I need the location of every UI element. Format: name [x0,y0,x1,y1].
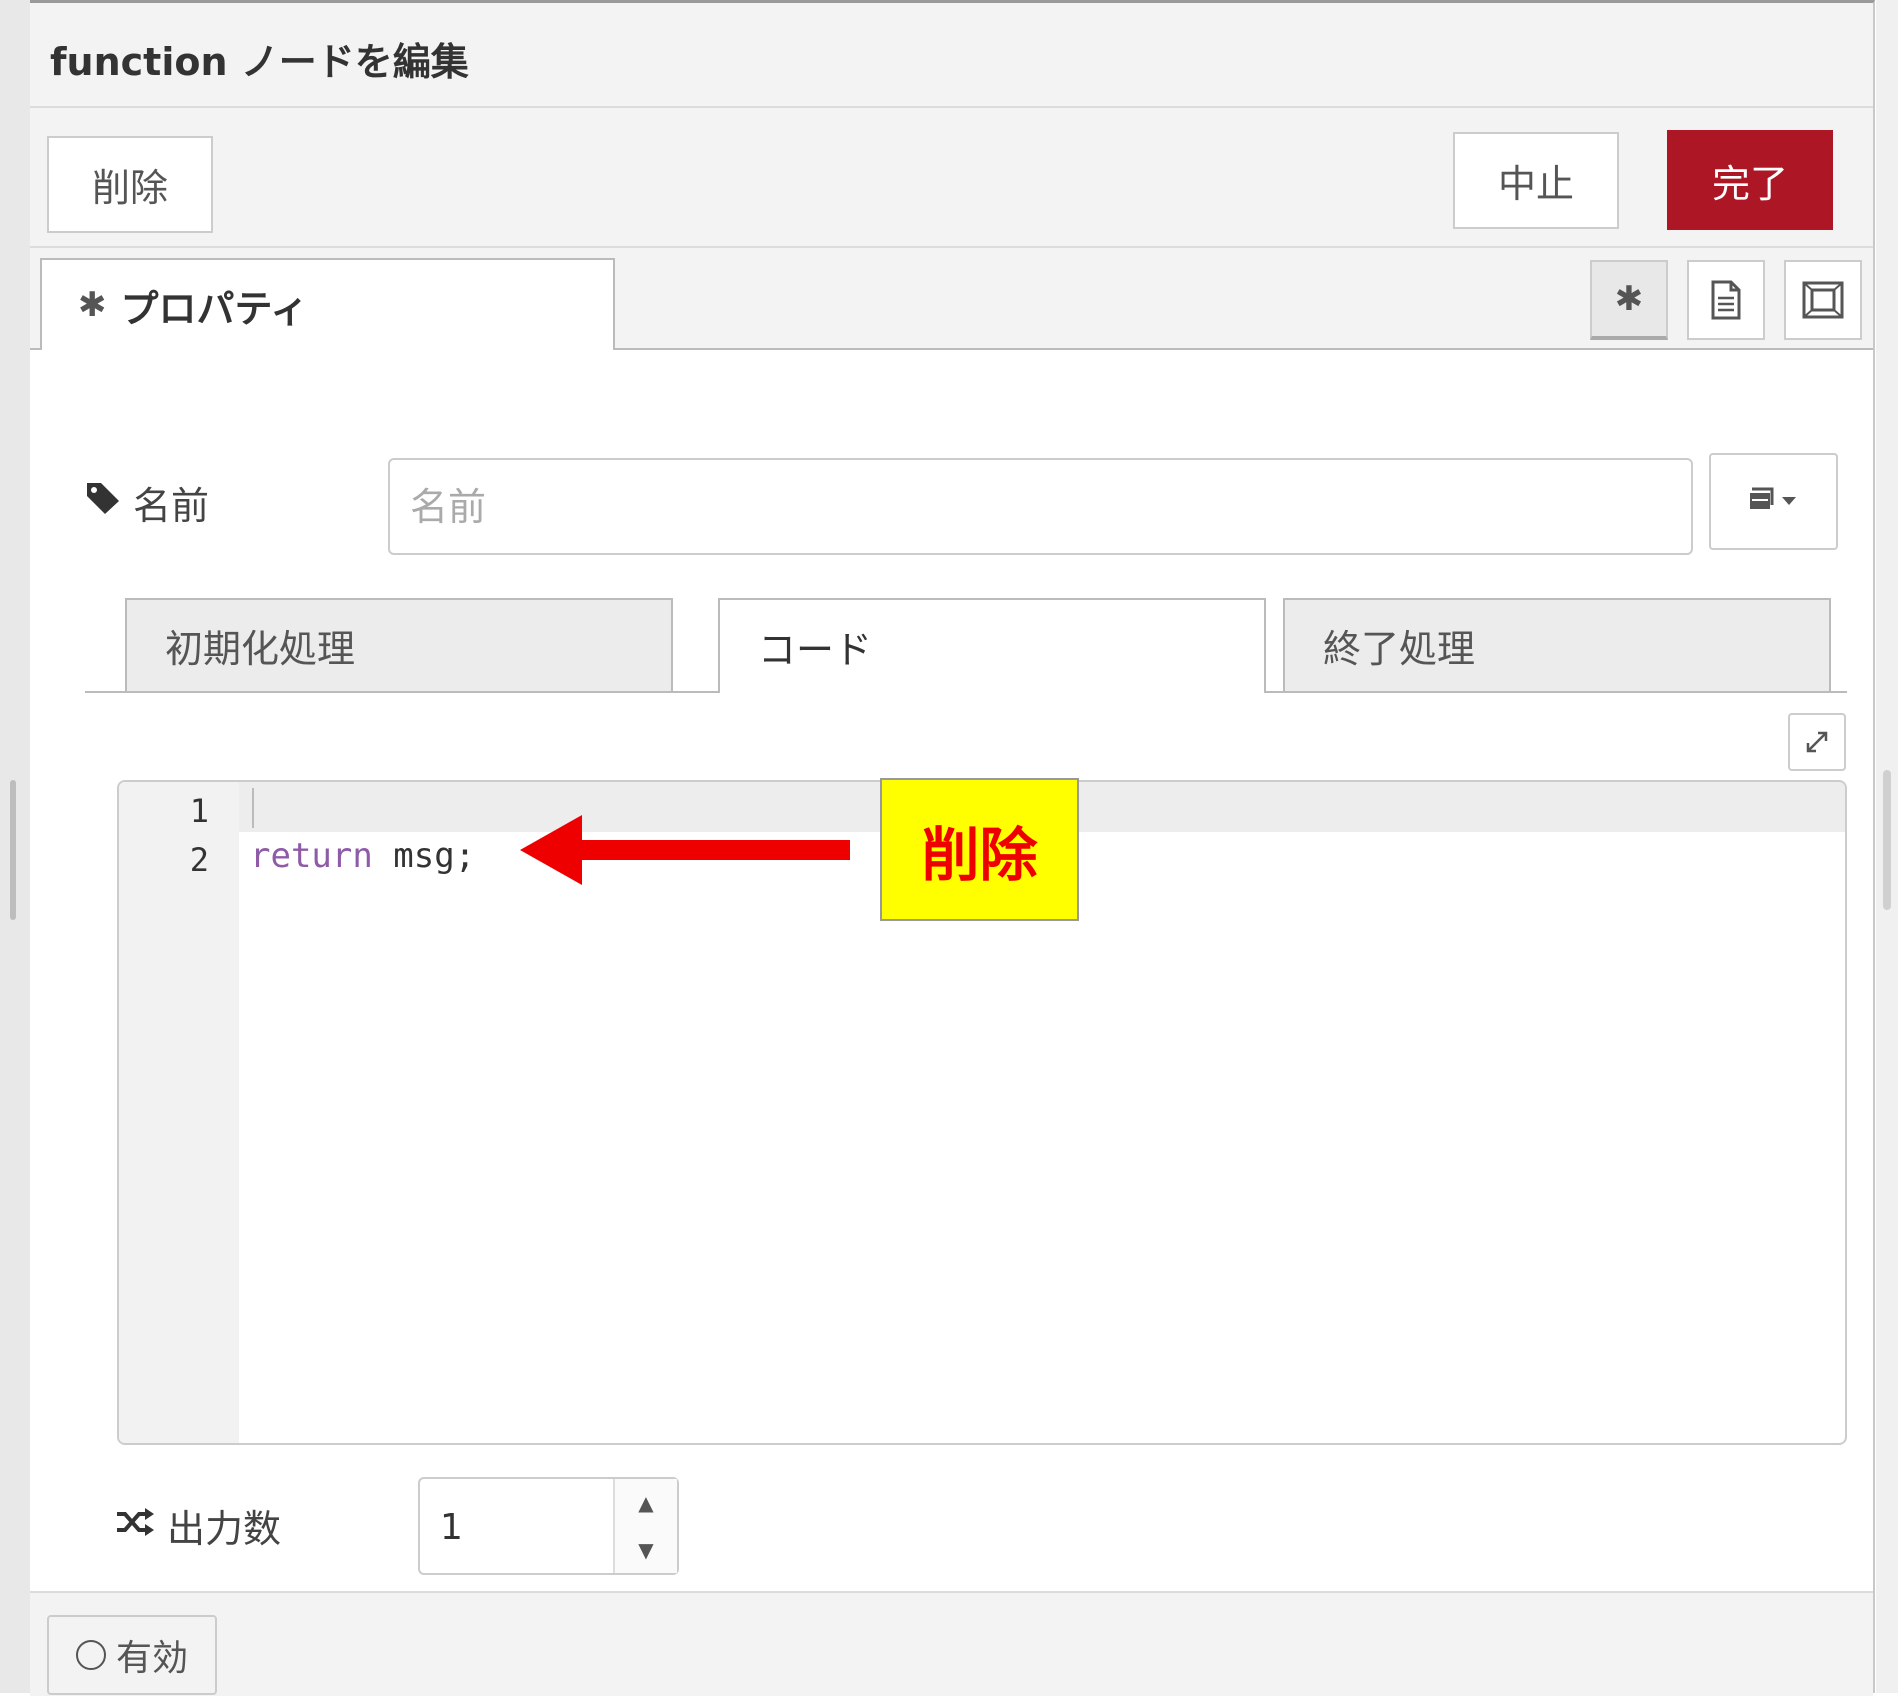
outputs-label: 出力数 [115,1498,281,1553]
circle-icon [75,1640,106,1670]
edit-tray: function ノードを編集 削除 中止 完了 ✱ プロパティ ✱ 名前 名前… [30,0,1875,1696]
code-subtabs: 初期化処理 コード 終了処理 [85,598,1847,693]
outputs-stepper[interactable]: 1 ▲ ▼ [418,1477,679,1575]
tray-toolbar: 削除 中止 完了 [30,108,1873,248]
resize-grip[interactable] [10,780,16,920]
outputs-value[interactable]: 1 [440,1507,463,1548]
enable-toggle[interactable]: 有効 [47,1615,217,1695]
spinner: ▲ ▼ [613,1479,677,1573]
tray-footer: 有効 [30,1591,1873,1696]
text-cursor [252,788,254,828]
annotation-arrow-icon [520,815,850,885]
scrollbar[interactable] [1876,0,1898,1693]
name-label: 名前 [85,475,209,530]
random-icon [115,1506,155,1546]
workspace-edge [0,0,32,1693]
frame-icon[interactable] [1784,260,1862,340]
name-label-text: 名前 [133,484,210,528]
tray-tabs: ✱ プロパティ ✱ [30,248,1873,350]
decrement-icon[interactable]: ▼ [615,1526,677,1573]
tray-header: function ノードを編集 [30,3,1873,108]
tab-properties[interactable]: ✱ プロパティ [40,258,615,350]
done-button[interactable]: 完了 [1667,130,1833,230]
subtab-code[interactable]: コード [718,598,1266,693]
code-keyword: return [250,836,373,876]
expand-editor-icon[interactable] [1788,713,1846,771]
enable-label: 有効 [115,1638,188,1679]
outputs-label-text: 出力数 [167,1507,282,1551]
cancel-button[interactable]: 中止 [1453,132,1619,229]
editor-window: function ノードを編集 削除 中止 完了 ✱ プロパティ ✱ 名前 名前… [0,0,1898,1696]
icon-select-button[interactable] [1709,453,1838,550]
name-input[interactable] [388,458,1693,555]
delete-button[interactable]: 削除 [47,136,213,233]
document-icon[interactable] [1687,260,1765,340]
annotation-label: 削除 [880,778,1079,921]
tab-properties-label: プロパティ [120,286,309,331]
gear-icon[interactable]: ✱ [1590,260,1668,340]
scrollbar-thumb[interactable] [1883,770,1891,910]
code-rest: msg; [372,836,476,876]
code-line[interactable]: return msg; [250,836,475,876]
gear-icon: ✱ [78,285,107,325]
subtab-close[interactable]: 終了処理 [1283,598,1831,691]
line-number: 1 [189,792,209,830]
line-number: 2 [189,841,209,879]
tag-icon [85,481,121,524]
increment-icon[interactable]: ▲ [615,1479,677,1526]
line-gutter: 1 2 [119,782,239,1443]
subtab-setup[interactable]: 初期化処理 [125,598,673,691]
tray-title: function ノードを編集 [50,40,469,84]
